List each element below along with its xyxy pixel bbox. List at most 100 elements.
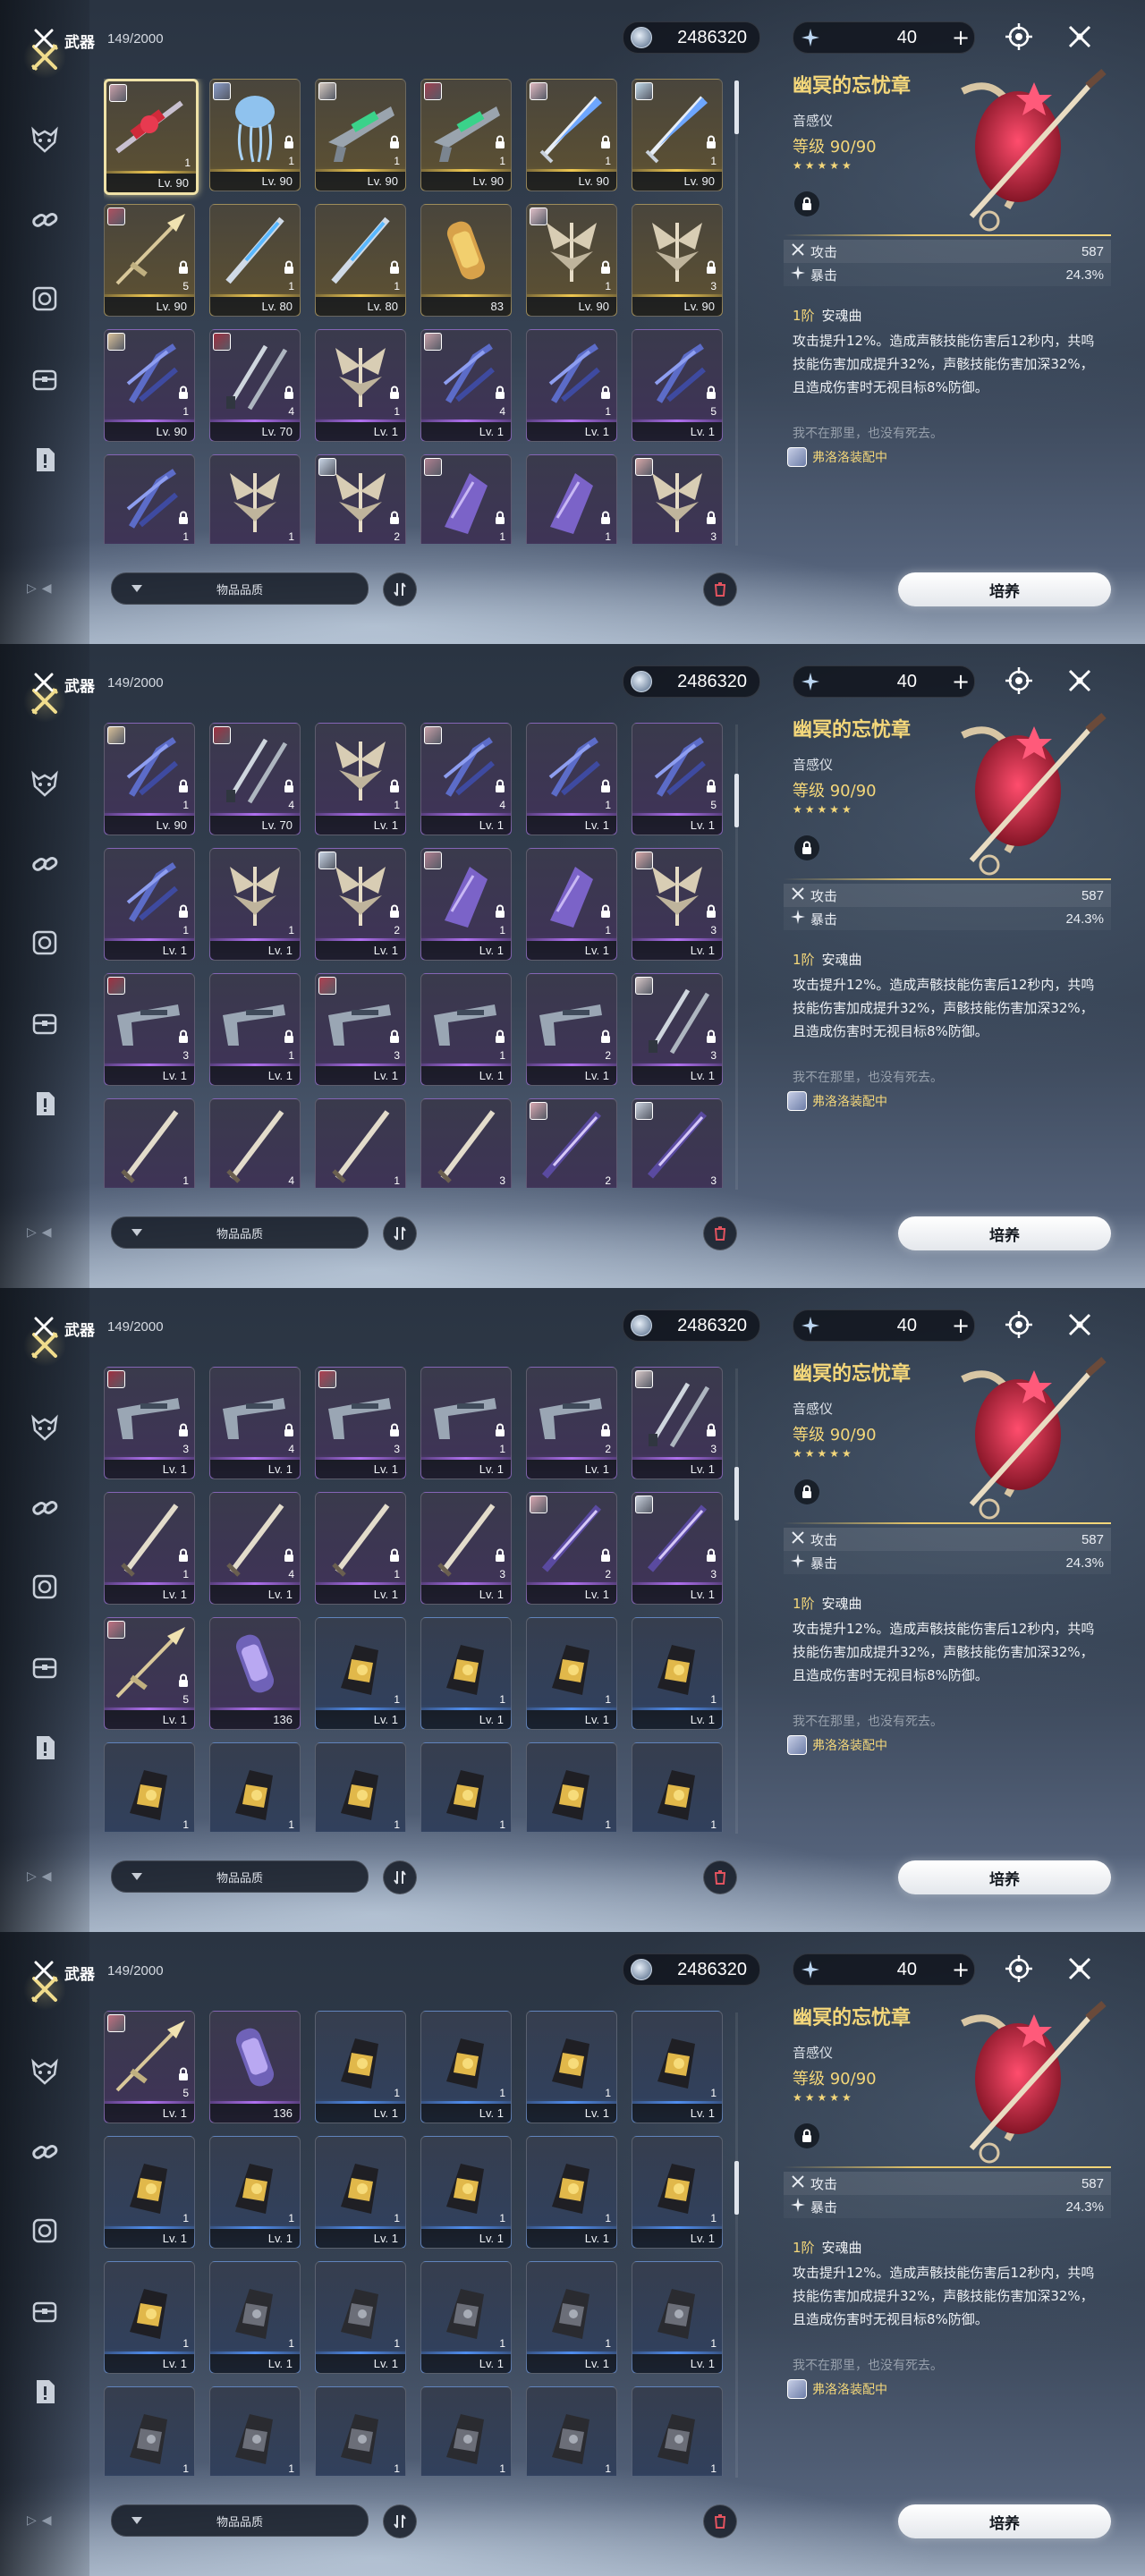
weapon-card[interactable]: 1 Lv. 1	[526, 723, 617, 835]
nav-resources[interactable]	[23, 1565, 66, 1608]
nav-echoes[interactable]	[23, 118, 66, 161]
weapon-card[interactable]: 4 Lv. 70	[209, 329, 301, 442]
weapon-card[interactable]: 1 Lv. 1	[420, 848, 512, 961]
nav-resources[interactable]	[23, 2209, 66, 2252]
target-button[interactable]	[1002, 1308, 1036, 1342]
weapon-card[interactable]: 1	[104, 2386, 195, 2476]
weapon-card[interactable]: 3	[420, 1098, 512, 1188]
weapon-card[interactable]: 1 Lv. 1	[209, 2261, 301, 2374]
close-button[interactable]	[1063, 20, 1097, 54]
nav-supplies[interactable]	[23, 1002, 66, 1045]
weapon-card[interactable]: 1 Lv. 1	[420, 2011, 512, 2123]
weapon-card[interactable]: 1 Lv. 1	[632, 2136, 723, 2249]
dismantle-button[interactable]	[703, 2504, 737, 2538]
weapon-card[interactable]: 4 Lv. 1	[209, 1367, 301, 1479]
weapon-card[interactable]: 136	[209, 1617, 301, 1730]
quality-filter-dropdown[interactable]: 物品品质	[111, 2504, 369, 2537]
weapon-card[interactable]: 1 Lv. 90	[315, 79, 406, 191]
weapon-card[interactable]: 3 Lv. 1	[315, 973, 406, 1086]
cultivate-button[interactable]: 培养	[898, 572, 1111, 606]
weapon-card[interactable]: 1 Lv. 1	[104, 1492, 195, 1605]
dismantle-button[interactable]	[703, 572, 737, 606]
weapon-card[interactable]: 2 Lv. 1	[526, 1367, 617, 1479]
weapon-card[interactable]: 2 Lv. 1	[526, 1492, 617, 1605]
add-tide-button[interactable]: +	[947, 669, 974, 694]
nav-special[interactable]	[23, 1726, 66, 1769]
weapon-card[interactable]: 1 Lv. 1	[526, 329, 617, 442]
sort-order-button[interactable]	[383, 2504, 417, 2538]
nav-supplies[interactable]	[23, 2290, 66, 2333]
weapon-card[interactable]: 5 Lv. 1	[632, 723, 723, 835]
weapon-card[interactable]: 3	[632, 454, 723, 544]
weapon-card[interactable]: 1 Lv. 1	[632, 2261, 723, 2374]
sort-order-button[interactable]	[383, 572, 417, 606]
nav-special[interactable]	[23, 438, 66, 481]
weapon-card[interactable]: 1 Lv. 1	[526, 2261, 617, 2374]
cultivate-button[interactable]: 培养	[898, 2504, 1111, 2538]
weapon-card[interactable]: 1 Lv. 1	[526, 2136, 617, 2249]
dismantle-button[interactable]	[703, 1216, 737, 1250]
add-tide-button[interactable]: +	[947, 25, 974, 50]
weapon-card[interactable]: 5 Lv. 1	[632, 329, 723, 442]
weapon-card[interactable]: 1 Lv. 1	[420, 2136, 512, 2249]
weapon-card[interactable]: 1 Lv. 1	[315, 2136, 406, 2249]
weapon-card[interactable]: 4 Lv. 1	[209, 1492, 301, 1605]
sort-order-button[interactable]	[383, 1860, 417, 1894]
weapon-card[interactable]: 1	[315, 1098, 406, 1188]
sort-order-button[interactable]	[383, 1216, 417, 1250]
nav-resources[interactable]	[23, 277, 66, 320]
quality-filter-dropdown[interactable]: 物品品质	[111, 1860, 369, 1893]
lock-toggle[interactable]	[794, 191, 819, 216]
nav-supplies[interactable]	[23, 358, 66, 401]
nav-special[interactable]	[23, 2370, 66, 2413]
add-tide-button[interactable]: +	[947, 1313, 974, 1338]
weapon-card[interactable]: 4	[209, 1098, 301, 1188]
weapon-card[interactable]: 1 Lv. 1	[209, 973, 301, 1086]
lock-toggle[interactable]	[794, 835, 819, 860]
weapon-card[interactable]: 1	[420, 454, 512, 544]
weapon-card[interactable]: 3 Lv. 90	[632, 204, 723, 317]
weapon-card[interactable]: 3 Lv. 1	[315, 1367, 406, 1479]
weapon-card[interactable]: 136	[209, 2011, 301, 2123]
weapon-card[interactable]: 1 Lv. 1	[315, 1492, 406, 1605]
weapon-card[interactable]: 1 Lv. 1	[526, 2011, 617, 2123]
weapon-card[interactable]: 1 Lv. 1	[420, 2261, 512, 2374]
weapon-card[interactable]: 3 Lv. 1	[632, 848, 723, 961]
quality-filter-dropdown[interactable]: 物品品质	[111, 572, 369, 605]
weapon-card[interactable]: 1 Lv. 1	[315, 723, 406, 835]
weapon-card[interactable]: 1 Lv. 90	[420, 79, 512, 191]
weapon-card[interactable]: 1 Lv. 1	[420, 973, 512, 1086]
weapon-card[interactable]: 2 Lv. 1	[315, 848, 406, 961]
weapon-card[interactable]: 4 Lv. 1	[420, 723, 512, 835]
weapon-card[interactable]: 1 Lv. 1	[209, 2136, 301, 2249]
close-button[interactable]	[1063, 664, 1097, 698]
weapon-card[interactable]: 1 Lv. 90	[104, 79, 199, 195]
weapon-card[interactable]: 1 Lv. 1	[104, 2261, 195, 2374]
weapon-card[interactable]: 1	[420, 2386, 512, 2476]
cultivate-button[interactable]: 培养	[898, 1216, 1111, 1250]
dismantle-button[interactable]	[703, 1860, 737, 1894]
add-tide-button[interactable]: +	[947, 1957, 974, 1982]
weapon-card[interactable]: 1 Lv. 1	[420, 1617, 512, 1730]
nav-supplies[interactable]	[23, 1646, 66, 1689]
weapon-card[interactable]: 1	[632, 2386, 723, 2476]
nav-devkits[interactable]	[23, 843, 66, 886]
weapon-card[interactable]: 1	[104, 454, 195, 544]
weapon-card[interactable]: 4 Lv. 1	[420, 329, 512, 442]
weapon-card[interactable]: 1	[315, 1742, 406, 1832]
nav-resources[interactable]	[23, 921, 66, 964]
weapon-card[interactable]: 1	[420, 1742, 512, 1832]
close-button[interactable]	[1063, 1952, 1097, 1986]
weapon-card[interactable]: 1	[526, 454, 617, 544]
weapon-card[interactable]: 5 Lv. 1	[104, 2011, 195, 2123]
weapon-card[interactable]: 1 Lv. 1	[315, 2011, 406, 2123]
weapon-card[interactable]: 1	[209, 1742, 301, 1832]
weapon-card[interactable]: 1 Lv. 90	[209, 79, 301, 191]
weapon-card[interactable]: 1 Lv. 1	[526, 848, 617, 961]
scrollbar-thumb[interactable]	[734, 80, 739, 134]
weapon-card[interactable]: 1 Lv. 1	[104, 2136, 195, 2249]
close-button[interactable]	[1063, 1308, 1097, 1342]
weapon-card[interactable]: 3 Lv. 1	[104, 973, 195, 1086]
weapon-card[interactable]: 1	[104, 1742, 195, 1832]
weapon-card[interactable]: 1 Lv. 1	[632, 2011, 723, 2123]
